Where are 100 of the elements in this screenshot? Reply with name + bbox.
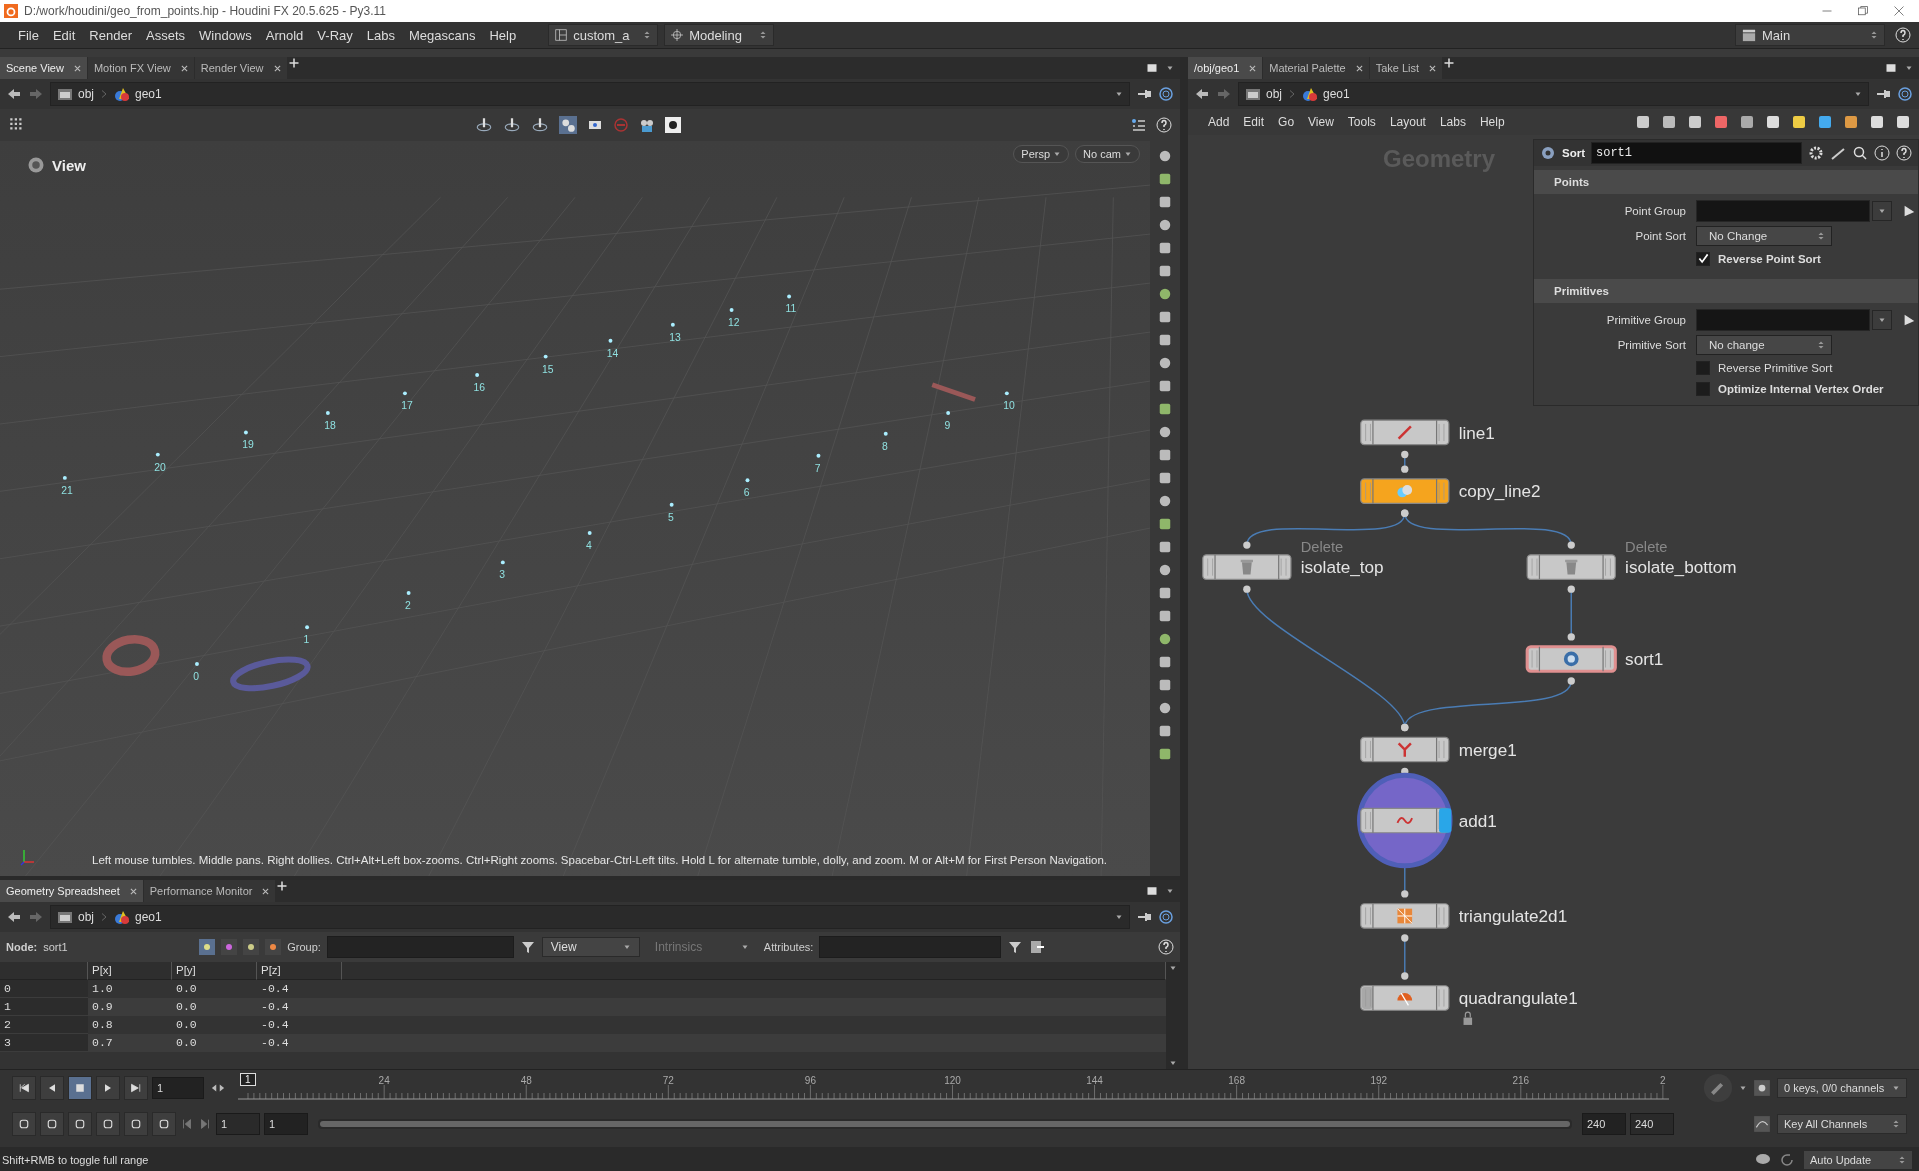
tool-icon[interactable] <box>1158 264 1172 278</box>
network-node[interactable] <box>1360 903 1450 929</box>
tool-icon[interactable] <box>1158 701 1172 715</box>
path-crumb[interactable]: geo1 <box>114 86 162 102</box>
keyframes-icon[interactable] <box>1753 1079 1771 1097</box>
filter-icon[interactable] <box>519 939 536 955</box>
key-step-button[interactable] <box>152 1112 176 1136</box>
desktop-dropdown[interactable]: Modeling <box>664 24 775 46</box>
checkbox[interactable] <box>1696 360 1710 375</box>
help-icon[interactable] <box>1896 145 1912 161</box>
network-node[interactable] <box>1360 419 1450 446</box>
menu-item[interactable]: Help <box>1473 115 1511 129</box>
checkbox[interactable] <box>1696 251 1710 266</box>
snap-icon[interactable] <box>559 116 577 134</box>
target-icon[interactable] <box>1158 909 1174 925</box>
menu-item[interactable]: Layout <box>1383 115 1432 129</box>
maximize-icon[interactable] <box>1146 62 1158 74</box>
group-field[interactable] <box>1696 308 1870 331</box>
tool-icon[interactable] <box>1158 425 1172 439</box>
pane-tab[interactable]: Geometry Spreadsheet <box>0 880 143 902</box>
network-node[interactable] <box>1360 478 1450 505</box>
play-button[interactable] <box>96 1076 120 1100</box>
plus-icon[interactable] <box>276 880 289 892</box>
group-field[interactable] <box>326 936 514 958</box>
loop-button[interactable] <box>68 1112 92 1136</box>
detail-icon[interactable] <box>265 939 282 955</box>
menu-item[interactable]: Tools <box>1341 115 1382 129</box>
network-node[interactable] <box>1525 645 1617 673</box>
dropdown-button[interactable] <box>1872 200 1892 221</box>
tool-icon[interactable] <box>1158 678 1172 692</box>
tool-icon[interactable] <box>1158 402 1172 416</box>
menu-item[interactable]: Edit <box>1237 115 1271 129</box>
tool-icon[interactable] <box>1158 540 1172 554</box>
pane-tab[interactable]: Motion FX View <box>87 57 194 79</box>
step-back-button[interactable] <box>40 1076 64 1100</box>
tool-icon[interactable] <box>1158 149 1172 163</box>
path-bar[interactable]: obj geo1 <box>1238 82 1869 106</box>
scrollbar[interactable] <box>1166 962 1180 1069</box>
column-header[interactable]: P[z] <box>257 962 342 980</box>
tool-icon[interactable] <box>1158 494 1172 508</box>
pane-tab[interactable]: /obj/geo1 <box>1188 57 1263 79</box>
plus-icon[interactable] <box>287 57 300 69</box>
help-icon[interactable] <box>1156 117 1172 133</box>
gear-icon[interactable] <box>1540 145 1556 161</box>
audio-button[interactable] <box>40 1112 64 1136</box>
skip-start-button[interactable] <box>12 1076 36 1100</box>
close-icon[interactable] <box>1249 64 1257 72</box>
target-icon[interactable] <box>1897 86 1913 102</box>
vertices-icon[interactable] <box>221 939 238 955</box>
channel-list-icon[interactable] <box>1753 1115 1771 1133</box>
tool-icon[interactable] <box>1158 563 1172 577</box>
skip-end-button[interactable] <box>124 1076 148 1100</box>
points-icon[interactable] <box>199 939 216 955</box>
network-node[interactable] <box>1360 807 1452 834</box>
back-arrow-icon[interactable] <box>6 86 22 102</box>
tool-icon[interactable] <box>1158 172 1172 186</box>
menu-item[interactable]: Megascans <box>402 27 482 43</box>
dropdown-button[interactable] <box>1872 309 1892 330</box>
layout-dropdown[interactable]: custom_a <box>548 24 659 46</box>
network-node[interactable] <box>1360 736 1450 763</box>
refresh-icon[interactable] <box>1779 1152 1795 1168</box>
tool-icon[interactable] <box>1158 632 1172 646</box>
info-icon[interactable] <box>1874 145 1890 161</box>
close-icon[interactable] <box>73 64 81 72</box>
range-end-field[interactable]: 240 <box>1630 1113 1674 1135</box>
camera-menu[interactable]: No cam <box>1075 145 1140 163</box>
pane-tab[interactable]: Scene View <box>0 57 87 79</box>
tool-icon[interactable] <box>1158 609 1172 623</box>
attributes-field[interactable] <box>819 936 1002 958</box>
key-icon[interactable] <box>1703 1073 1733 1103</box>
path-crumb[interactable]: obj <box>57 86 94 102</box>
network-node[interactable] <box>1202 554 1292 580</box>
section-header[interactable]: Primitives <box>1534 279 1918 303</box>
back-arrow-icon[interactable] <box>1194 86 1210 102</box>
path-crumb[interactable]: obj <box>1245 86 1282 102</box>
menu-item[interactable]: Go <box>1272 115 1301 129</box>
range-end-field[interactable]: 240 <box>1582 1113 1626 1135</box>
current-frame-marker[interactable]: 1 <box>240 1073 256 1086</box>
menu-item[interactable]: Labs <box>1433 115 1472 129</box>
maximize-icon[interactable] <box>1885 62 1897 74</box>
close-icon[interactable] <box>1893 5 1905 17</box>
close-icon[interactable] <box>180 64 188 72</box>
prev-key-icon[interactable] <box>180 1117 194 1131</box>
select-arrow-icon[interactable] <box>1902 312 1916 327</box>
range-button[interactable] <box>124 1112 148 1136</box>
tool-icon[interactable] <box>1158 747 1172 761</box>
menu-item[interactable]: Arnold <box>259 27 310 43</box>
plus-icon[interactable] <box>1443 57 1456 69</box>
stop-button[interactable] <box>68 1076 92 1100</box>
realtime-button[interactable] <box>96 1112 120 1136</box>
tool-icon[interactable] <box>1158 241 1172 255</box>
range-start-field[interactable]: 1 <box>216 1113 260 1135</box>
column-header[interactable]: P[y] <box>172 962 257 980</box>
tool-icon[interactable] <box>1158 310 1172 324</box>
menu-item[interactable]: V-Ray <box>311 27 359 43</box>
export-icon[interactable] <box>1029 939 1046 955</box>
tool-icon[interactable] <box>1158 195 1172 209</box>
path-crumb[interactable]: geo1 <box>1302 86 1350 102</box>
column-header[interactable]: P[x] <box>88 962 172 980</box>
tool-icon[interactable] <box>1158 471 1172 485</box>
